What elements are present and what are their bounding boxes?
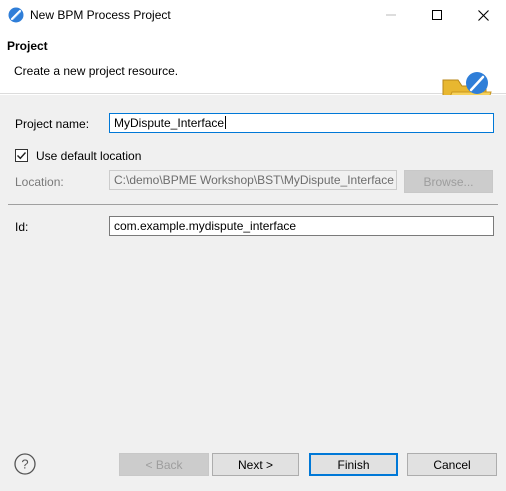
close-icon [477, 9, 489, 21]
finish-button[interactable]: Finish [309, 453, 398, 476]
title-bar: New BPM Process Project [0, 0, 506, 30]
project-name-label: Project name: [15, 117, 90, 131]
location-value: C:\demo\BPME Workshop\BST\MyDispute_Inte… [114, 173, 394, 187]
maximize-icon [432, 10, 442, 20]
minimize-button[interactable] [368, 0, 414, 30]
location-label: Location: [15, 175, 64, 189]
location-input[interactable]: C:\demo\BPME Workshop\BST\MyDispute_Inte… [109, 170, 397, 190]
text-caret [225, 116, 227, 129]
window-title: New BPM Process Project [30, 8, 171, 22]
header-description: Create a new project resource. [14, 64, 179, 78]
checkmark-icon [17, 152, 27, 160]
svg-text:?: ? [21, 457, 28, 472]
header-title: Project [7, 39, 48, 53]
maximize-button[interactable] [414, 0, 460, 30]
project-name-value: MyDispute_Interface [114, 116, 225, 130]
id-input[interactable]: com.example.mydispute_interface [109, 216, 494, 236]
close-button[interactable] [460, 0, 506, 30]
browse-button[interactable]: Browse... [404, 170, 493, 193]
use-default-location-label: Use default location [36, 149, 142, 163]
separator [8, 204, 498, 205]
minimize-icon [386, 14, 396, 16]
form-area [0, 95, 506, 431]
project-name-input[interactable]: MyDispute_Interface [109, 113, 494, 133]
back-button[interactable]: < Back [119, 453, 209, 476]
cancel-button[interactable]: Cancel [407, 453, 497, 476]
id-label: Id: [15, 220, 29, 234]
bpm-logo-icon [8, 7, 24, 23]
next-button[interactable]: Next > [212, 453, 299, 476]
id-value: com.example.mydispute_interface [114, 219, 297, 233]
wizard-header: Project Create a new project resource. [0, 30, 506, 115]
help-icon[interactable]: ? [14, 453, 36, 475]
use-default-location-checkbox[interactable] [15, 149, 28, 162]
